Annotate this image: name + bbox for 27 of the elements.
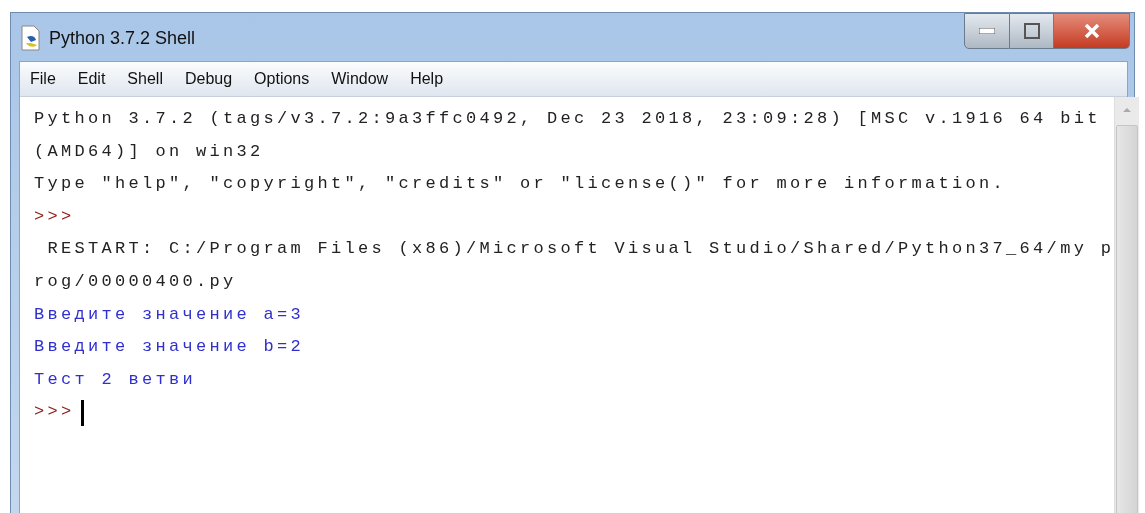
shell-line: Введите значение b=2	[34, 336, 305, 359]
shell-line: Тест 2 ветви	[34, 368, 197, 391]
shell-line: Введите значение a=3	[34, 303, 305, 326]
window-title: Python 3.7.2 Shell	[49, 27, 196, 49]
shell-line: >>>	[34, 205, 75, 228]
minimize-icon	[979, 28, 995, 34]
menu-item[interactable]: Shell	[127, 70, 163, 88]
python-file-icon	[19, 25, 43, 51]
shell-line: >>>	[34, 401, 75, 424]
minimize-button[interactable]	[964, 13, 1010, 49]
shell-line: Python 3.7.2 (tags/v3.7.2:9a3ffc0492, Dec 23 2018, 23:09:28) [MSC v.1916 64 bit	[34, 108, 1101, 130]
menu-item[interactable]: Debug	[184, 70, 233, 88]
menu-item[interactable]: Help	[410, 70, 444, 88]
close-icon	[1083, 23, 1100, 39]
menu-item[interactable]: File	[30, 70, 56, 88]
maximize-icon	[1023, 23, 1040, 39]
close-button[interactable]	[1054, 13, 1130, 49]
shell-line: Type "help", "copyright", "credits" or "license()" for more information.	[34, 173, 1007, 196]
shell-line: RESTART: C:/Program Files (x86)/Microsoft Visual Studio/Shared/Python37_64/my p	[46, 238, 1115, 261]
scrollbar[interactable]	[1114, 97, 1140, 513]
menu-item[interactable]: Edit	[77, 70, 106, 88]
shell-line: (AMD64)] on win32	[34, 140, 264, 163]
shell-line: rog/00000400.py	[34, 270, 237, 293]
menu-item[interactable]: Options	[254, 70, 310, 88]
scroll-thumb[interactable]	[1116, 125, 1139, 513]
maximize-button[interactable]	[1010, 13, 1054, 49]
menu-item[interactable]: Window	[331, 70, 389, 88]
